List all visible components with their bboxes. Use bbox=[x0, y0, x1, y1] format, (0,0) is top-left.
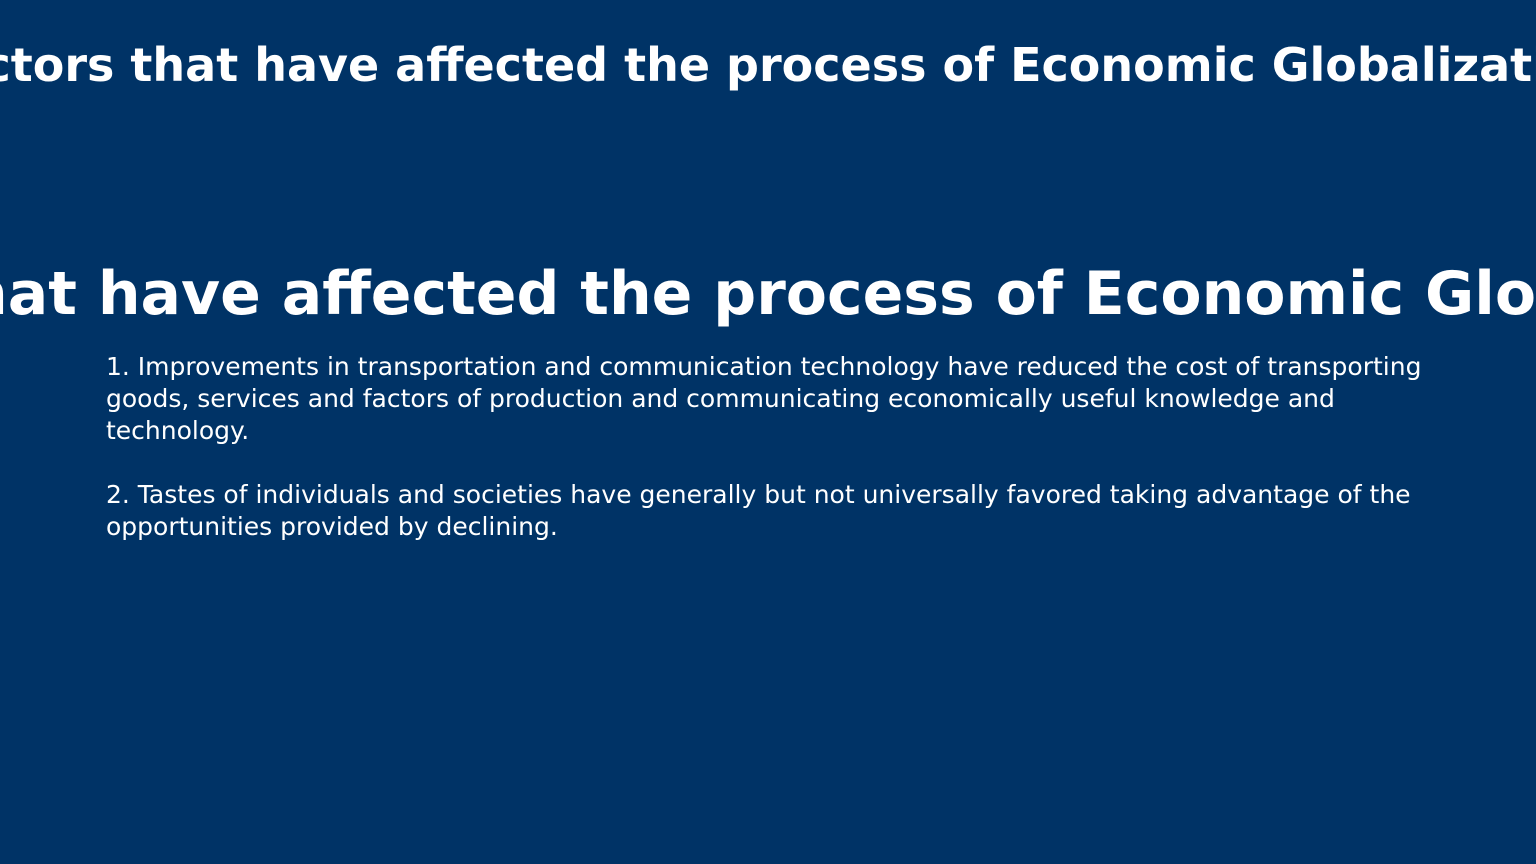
slide: Factors that have affected the process o… bbox=[0, 0, 1536, 864]
main-title: Factors that have affected the process o… bbox=[0, 259, 1536, 329]
header-title: Factors that have affected the process o… bbox=[0, 38, 1536, 92]
point-1: 1. Improvements in transportation and co… bbox=[106, 352, 1422, 445]
point-2: 2. Tastes of individuals and societies h… bbox=[106, 480, 1411, 541]
body-text: 1. Improvements in transportation and co… bbox=[106, 351, 1436, 543]
